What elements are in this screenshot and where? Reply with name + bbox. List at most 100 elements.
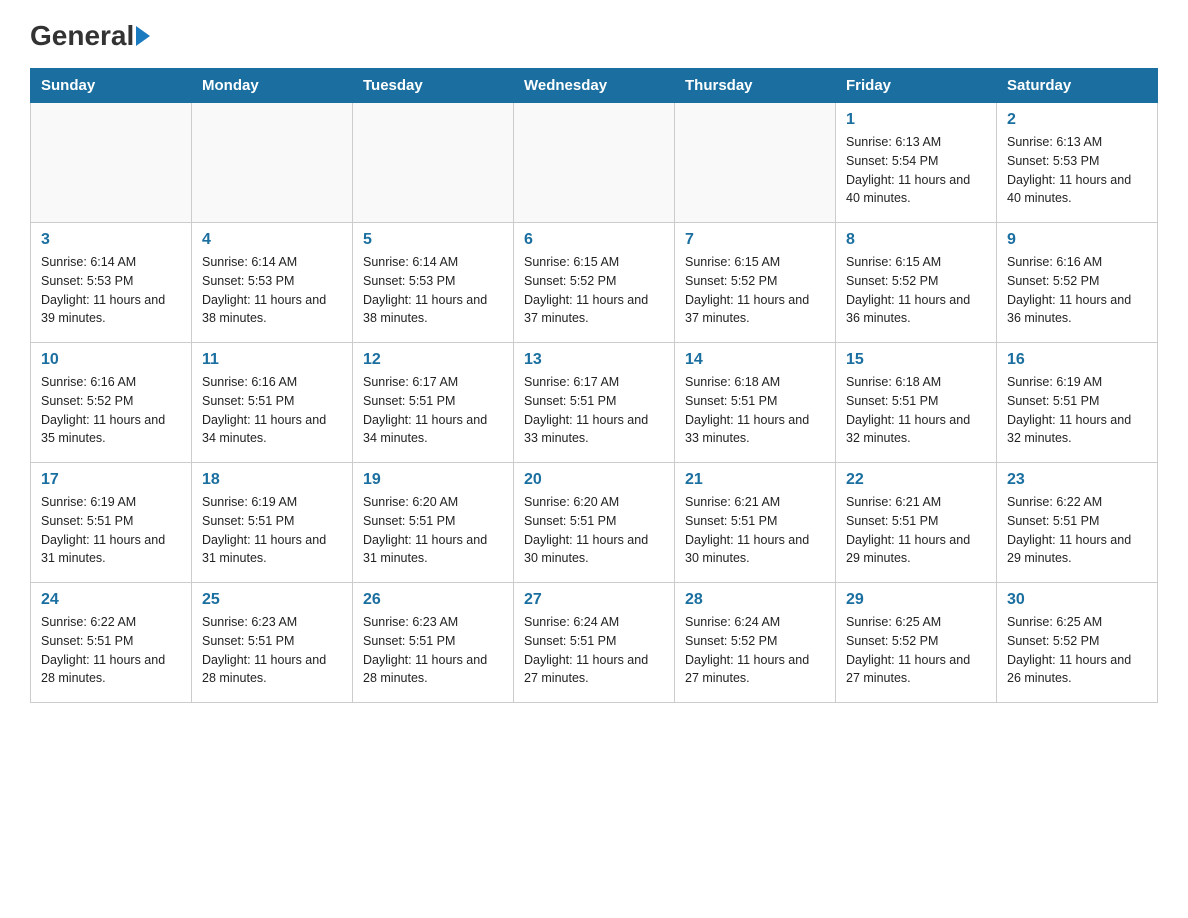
weekday-header-tuesday: Tuesday [353,69,514,103]
day-number: 22 [846,471,986,489]
day-info: Sunrise: 6:17 AMSunset: 5:51 PMDaylight:… [524,373,664,448]
calendar-cell: 2 Sunrise: 6:13 AMSunset: 5:53 PMDaylight… [997,103,1158,223]
day-info: Sunrise: 6:18 AMSunset: 5:51 PMDaylight:… [685,373,825,448]
calendar-cell: 1 Sunrise: 6:13 AMSunset: 5:54 PMDaylight… [836,103,997,223]
weekday-header-saturday: Saturday [997,69,1158,103]
day-info: Sunrise: 6:20 AMSunset: 5:51 PMDaylight:… [363,493,503,568]
calendar-week-row: 3 Sunrise: 6:14 AMSunset: 5:53 PMDaylight… [31,223,1158,343]
day-number: 25 [202,591,342,609]
day-info: Sunrise: 6:18 AMSunset: 5:51 PMDaylight:… [846,373,986,448]
day-info: Sunrise: 6:25 AMSunset: 5:52 PMDaylight:… [1007,613,1147,688]
weekday-header-monday: Monday [192,69,353,103]
weekday-header-row: SundayMondayTuesdayWednesdayThursdayFrid… [31,69,1158,103]
day-info: Sunrise: 6:15 AMSunset: 5:52 PMDaylight:… [685,253,825,328]
day-number: 29 [846,591,986,609]
day-info: Sunrise: 6:16 AMSunset: 5:52 PMDaylight:… [1007,253,1147,328]
calendar-cell: 3 Sunrise: 6:14 AMSunset: 5:53 PMDaylight… [31,223,192,343]
day-number: 14 [685,351,825,369]
day-number: 20 [524,471,664,489]
day-info: Sunrise: 6:13 AMSunset: 5:53 PMDaylight:… [1007,133,1147,208]
calendar-cell: 29 Sunrise: 6:25 AMSunset: 5:52 PMDayligh… [836,583,997,703]
day-info: Sunrise: 6:15 AMSunset: 5:52 PMDaylight:… [524,253,664,328]
calendar-header: SundayMondayTuesdayWednesdayThursdayFrid… [31,69,1158,103]
day-number: 5 [363,231,503,249]
day-info: Sunrise: 6:16 AMSunset: 5:52 PMDaylight:… [41,373,181,448]
calendar-cell: 11Sunrise: 6:16 AMSunset: 5:51 PMDayligh… [192,343,353,463]
calendar-cell: 30 Sunrise: 6:25 AMSunset: 5:52 PMDayligh… [997,583,1158,703]
day-number: 12 [363,351,503,369]
calendar-week-row: 24 Sunrise: 6:22 AMSunset: 5:51 PMDayligh… [31,583,1158,703]
weekday-header-friday: Friday [836,69,997,103]
calendar-cell: 26 Sunrise: 6:23 AMSunset: 5:51 PMDayligh… [353,583,514,703]
day-number: 7 [685,231,825,249]
day-number: 2 [1007,111,1147,129]
day-number: 8 [846,231,986,249]
day-number: 21 [685,471,825,489]
day-info: Sunrise: 6:21 AMSunset: 5:51 PMDaylight:… [846,493,986,568]
day-number: 19 [363,471,503,489]
calendar-body: 1 Sunrise: 6:13 AMSunset: 5:54 PMDaylight… [31,103,1158,703]
calendar-cell [675,103,836,223]
day-number: 26 [363,591,503,609]
day-number: 10 [41,351,181,369]
day-number: 1 [846,111,986,129]
day-number: 23 [1007,471,1147,489]
calendar-cell: 21 Sunrise: 6:21 AMSunset: 5:51 PMDayligh… [675,463,836,583]
day-info: Sunrise: 6:25 AMSunset: 5:52 PMDaylight:… [846,613,986,688]
day-info: Sunrise: 6:19 AMSunset: 5:51 PMDaylight:… [41,493,181,568]
logo: General [30,20,150,48]
day-info: Sunrise: 6:21 AMSunset: 5:51 PMDaylight:… [685,493,825,568]
day-number: 13 [524,351,664,369]
weekday-header-wednesday: Wednesday [514,69,675,103]
day-number: 9 [1007,231,1147,249]
day-number: 30 [1007,591,1147,609]
calendar-week-row: 1 Sunrise: 6:13 AMSunset: 5:54 PMDaylight… [31,103,1158,223]
calendar-cell: 4Sunrise: 6:14 AMSunset: 5:53 PMDaylight… [192,223,353,343]
day-info: Sunrise: 6:17 AMSunset: 5:51 PMDaylight:… [363,373,503,448]
calendar-cell [31,103,192,223]
calendar-cell: 18 Sunrise: 6:19 AMSunset: 5:51 PMDayligh… [192,463,353,583]
weekday-header-thursday: Thursday [675,69,836,103]
calendar-cell: 28Sunrise: 6:24 AMSunset: 5:52 PMDayligh… [675,583,836,703]
calendar-cell: 25Sunrise: 6:23 AMSunset: 5:51 PMDayligh… [192,583,353,703]
day-number: 18 [202,471,342,489]
day-number: 24 [41,591,181,609]
calendar-table: SundayMondayTuesdayWednesdayThursdayFrid… [30,68,1158,703]
day-info: Sunrise: 6:22 AMSunset: 5:51 PMDaylight:… [41,613,181,688]
calendar-cell: 16 Sunrise: 6:19 AMSunset: 5:51 PMDayligh… [997,343,1158,463]
calendar-cell: 17 Sunrise: 6:19 AMSunset: 5:51 PMDayligh… [31,463,192,583]
calendar-cell: 13 Sunrise: 6:17 AMSunset: 5:51 PMDayligh… [514,343,675,463]
calendar-cell [514,103,675,223]
day-number: 11 [202,351,342,369]
weekday-header-sunday: Sunday [31,69,192,103]
day-info: Sunrise: 6:15 AMSunset: 5:52 PMDaylight:… [846,253,986,328]
calendar-cell: 15 Sunrise: 6:18 AMSunset: 5:51 PMDayligh… [836,343,997,463]
day-number: 16 [1007,351,1147,369]
day-number: 4 [202,231,342,249]
calendar-cell: 7 Sunrise: 6:15 AMSunset: 5:52 PMDaylight… [675,223,836,343]
calendar-cell: 23 Sunrise: 6:22 AMSunset: 5:51 PMDayligh… [997,463,1158,583]
calendar-cell: 19 Sunrise: 6:20 AMSunset: 5:51 PMDayligh… [353,463,514,583]
day-info: Sunrise: 6:19 AMSunset: 5:51 PMDaylight:… [202,493,342,568]
day-info: Sunrise: 6:20 AMSunset: 5:51 PMDaylight:… [524,493,664,568]
calendar-cell: 20 Sunrise: 6:20 AMSunset: 5:51 PMDayligh… [514,463,675,583]
day-info: Sunrise: 6:23 AMSunset: 5:51 PMDaylight:… [363,613,503,688]
logo-text: General [30,20,150,52]
calendar-cell: 12 Sunrise: 6:17 AMSunset: 5:51 PMDayligh… [353,343,514,463]
logo-general-text: General [30,20,134,52]
day-number: 27 [524,591,664,609]
day-number: 17 [41,471,181,489]
calendar-cell [192,103,353,223]
calendar-cell: 24 Sunrise: 6:22 AMSunset: 5:51 PMDayligh… [31,583,192,703]
calendar-cell: 10 Sunrise: 6:16 AMSunset: 5:52 PMDayligh… [31,343,192,463]
day-info: Sunrise: 6:19 AMSunset: 5:51 PMDaylight:… [1007,373,1147,448]
day-info: Sunrise: 6:13 AMSunset: 5:54 PMDaylight:… [846,133,986,208]
day-number: 3 [41,231,181,249]
day-info: Sunrise: 6:14 AMSunset: 5:53 PMDaylight:… [41,253,181,328]
day-info: Sunrise: 6:22 AMSunset: 5:51 PMDaylight:… [1007,493,1147,568]
day-number: 15 [846,351,986,369]
day-number: 28 [685,591,825,609]
day-info: Sunrise: 6:24 AMSunset: 5:51 PMDaylight:… [524,613,664,688]
calendar-cell: 14 Sunrise: 6:18 AMSunset: 5:51 PMDayligh… [675,343,836,463]
logo-arrow-icon [136,26,150,46]
